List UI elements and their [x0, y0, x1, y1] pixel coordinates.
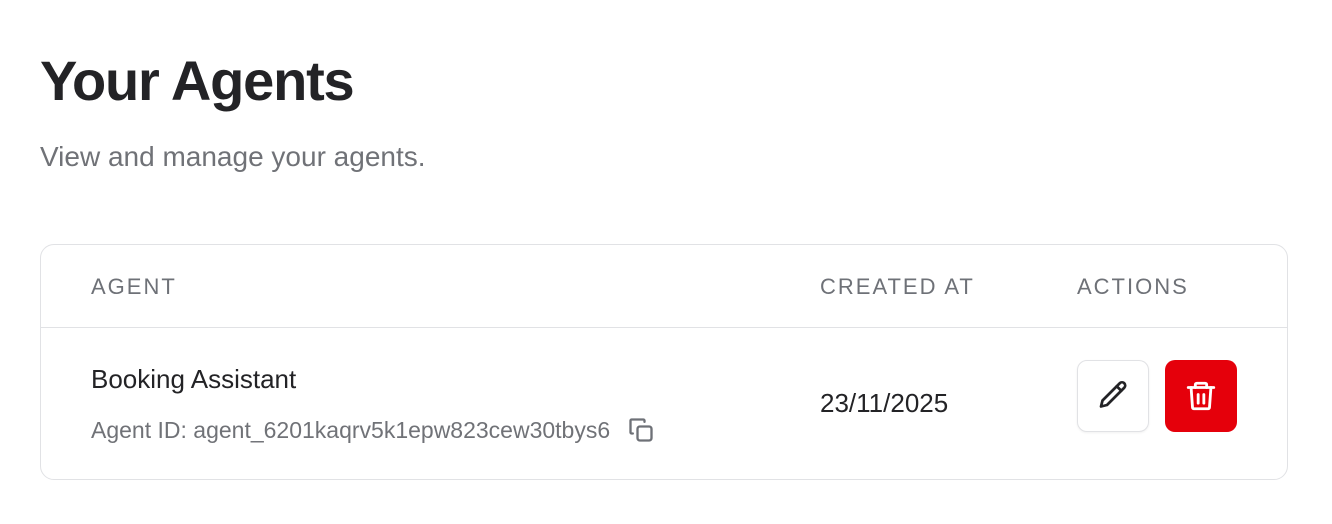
- agent-id-line: Agent ID: agent_6201kaqrv5k1epw823cew30t…: [91, 415, 656, 445]
- column-header-actions: ACTIONS: [1077, 274, 1189, 299]
- copy-icon: [629, 418, 653, 442]
- agent-id: Agent ID: agent_6201kaqrv5k1epw823cew30t…: [91, 417, 611, 443]
- agent-name[interactable]: Booking Assistant: [91, 363, 296, 395]
- edit-agent-button[interactable]: [1077, 360, 1149, 432]
- trash-icon: [1186, 381, 1216, 411]
- table-row: Booking Assistant Agent ID: agent_6201ka…: [41, 328, 1287, 479]
- column-header-agent: AGENT: [91, 274, 177, 299]
- table-header: AGENT CREATED AT ACTIONS: [41, 245, 1287, 328]
- page-subtitle: View and manage your agents.: [40, 141, 426, 172]
- copy-agent-id-button[interactable]: [626, 415, 656, 445]
- agents-table: AGENT CREATED AT ACTIONS Booking Assista…: [40, 244, 1288, 480]
- column-header-created-at: CREATED AT: [820, 274, 975, 299]
- created-at-value: 23/11/2025: [820, 388, 949, 418]
- delete-agent-button[interactable]: [1165, 360, 1237, 432]
- page-title: Your Agents: [40, 49, 355, 112]
- pencil-icon: [1099, 380, 1127, 408]
